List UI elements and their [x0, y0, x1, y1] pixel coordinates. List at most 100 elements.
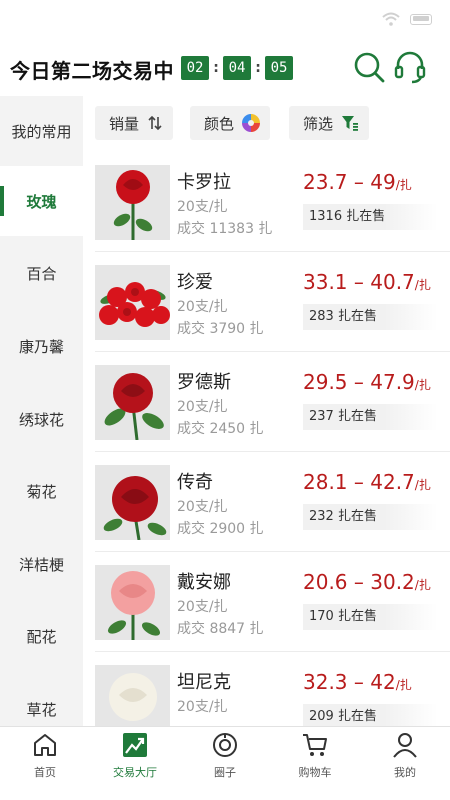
headset-icon[interactable]	[393, 50, 427, 84]
product-item[interactable]: 珍爱 20支/扎 成交 3790 扎 33.1 – 40.7/扎 283 扎在售	[83, 252, 450, 352]
screen-filter-button[interactable]: 筛选	[289, 106, 370, 140]
price-unit: /扎	[414, 578, 431, 592]
rose-image	[95, 165, 170, 240]
category-sidebar: 我的常用 玫瑰 百合 康乃馨 绣球花 菊花 洋桔梗 配花 草花	[0, 96, 83, 726]
price-range: 29.5 – 47.9	[303, 370, 415, 394]
product-item[interactable]: 卡罗拉 20支/扎 成交 11383 扎 23.7 – 49/扎 1316 扎在…	[83, 152, 450, 252]
cart-icon	[303, 734, 327, 756]
sidebar-item-lily[interactable]: 百合	[0, 238, 83, 308]
tab-cart[interactable]: 购物车	[270, 731, 360, 791]
product-panel: 销量 颜色 筛选 卡罗拉 20支/扎 成交 11383 扎 23.7 – 49/…	[83, 96, 450, 726]
rose-bunch-image	[95, 265, 170, 340]
product-item[interactable]: 戴安娜 20支/扎 成交 8847 扎 20.6 – 30.2/扎 170 扎在…	[83, 552, 450, 652]
timer-seconds: 05	[265, 56, 293, 80]
sidebar-item-label: 我的常用	[11, 122, 72, 141]
tab-label: 交易大厅	[113, 766, 157, 779]
sidebar-item-label: 配花	[26, 627, 57, 646]
price-range: 33.1 – 40.7	[303, 270, 415, 294]
product-deal-count: 成交 2900 扎	[177, 521, 264, 537]
product-name: 卡罗拉	[177, 172, 231, 193]
product-image	[95, 165, 170, 240]
sidebar-item-chrysanthemum[interactable]: 菊花	[0, 456, 83, 526]
product-spec: 20支/扎	[177, 599, 228, 615]
search-icon[interactable]	[352, 50, 386, 84]
timer-hours: 02	[181, 56, 209, 80]
sidebar-item-favorites[interactable]: 我的常用	[0, 96, 83, 166]
product-name: 传奇	[177, 472, 213, 493]
sidebar-item-eustoma[interactable]: 洋桔梗	[0, 529, 83, 599]
price-range: 23.7 – 49	[303, 170, 396, 194]
stock-badge: 170 扎在售	[303, 604, 438, 630]
tab-label: 我的	[394, 766, 416, 779]
header: 今日第二场交易中 02 : 04 : 05	[0, 40, 450, 96]
stock-badge: 283 扎在售	[303, 304, 438, 330]
sidebar-item-label: 百合	[26, 264, 57, 283]
product-price: 29.5 – 47.9/扎	[303, 370, 431, 394]
battery-icon	[410, 13, 432, 25]
sidebar-item-label: 洋桔梗	[18, 555, 64, 574]
product-price: 23.7 – 49/扎	[303, 170, 412, 194]
sidebar-item-label: 草花	[26, 700, 57, 719]
rose-image	[95, 465, 170, 540]
product-image	[95, 365, 170, 440]
timer-separator: :	[255, 60, 261, 76]
sidebar-item-rose[interactable]: 玫瑰	[0, 166, 83, 236]
sidebar-item-label: 康乃馨	[18, 337, 64, 356]
tab-label: 圈子	[214, 766, 236, 779]
product-image	[95, 265, 170, 340]
profile-icon	[393, 733, 417, 758]
product-spec: 20支/扎	[177, 699, 228, 715]
color-wheel-icon	[242, 114, 261, 132]
rose-image	[95, 565, 170, 640]
product-price: 20.6 – 30.2/扎	[303, 570, 431, 594]
product-price: 32.3 – 42/扎	[303, 670, 412, 694]
sidebar-item-filler[interactable]: 配花	[0, 601, 83, 671]
circle-icon	[213, 733, 237, 757]
sort-by-sales-button[interactable]: 销量	[95, 106, 174, 140]
rose-image	[95, 665, 170, 726]
price-unit: /扎	[414, 478, 431, 492]
product-item[interactable]: 传奇 20支/扎 成交 2900 扎 28.1 – 42.7/扎 232 扎在售	[83, 452, 450, 552]
filter-bar: 销量 颜色 筛选	[83, 96, 450, 152]
product-spec: 20支/扎	[177, 199, 228, 215]
sidebar-item-hydrangea[interactable]: 绣球花	[0, 384, 83, 454]
price-range: 32.3 – 42	[303, 670, 396, 694]
color-label: 颜色	[204, 114, 235, 133]
tab-trading-hall[interactable]: 交易大厅	[90, 731, 180, 791]
screen-label: 筛选	[303, 114, 334, 133]
sidebar-item-label: 玫瑰	[26, 192, 57, 211]
stock-badge: 232 扎在售	[303, 504, 438, 530]
sidebar-item-herb-flowers[interactable]: 草花	[0, 674, 83, 726]
rose-image	[95, 365, 170, 440]
product-deal-count: 成交 11383 扎	[177, 221, 273, 237]
price-unit: /扎	[395, 678, 412, 692]
sales-label: 销量	[109, 114, 140, 133]
tab-circle[interactable]: 圈子	[180, 731, 270, 791]
tab-profile[interactable]: 我的	[360, 731, 450, 791]
sidebar-item-label: 菊花	[26, 482, 57, 501]
price-unit: /扎	[414, 378, 431, 392]
timer-separator: :	[213, 60, 219, 76]
bottom-tab-bar: 首页 交易大厅 圈子 购物车 我的	[0, 726, 450, 800]
trading-hall-icon	[123, 733, 147, 757]
product-item[interactable]: 罗德斯 20支/扎 成交 2450 扎 29.5 – 47.9/扎 237 扎在…	[83, 352, 450, 452]
home-icon	[34, 734, 56, 756]
tab-label: 首页	[34, 766, 56, 779]
product-spec: 20支/扎	[177, 499, 228, 515]
product-image	[95, 465, 170, 540]
price-unit: /扎	[414, 278, 431, 292]
product-name: 珍爱	[177, 272, 213, 293]
status-bar	[0, 0, 450, 40]
product-price: 33.1 – 40.7/扎	[303, 270, 431, 294]
tab-home[interactable]: 首页	[0, 731, 90, 791]
page-title: 今日第二场交易中	[10, 59, 174, 83]
timer-minutes: 04	[223, 56, 251, 80]
product-deal-count: 成交 8847 扎	[177, 621, 264, 637]
countdown-timer: 02 : 04 : 05	[181, 56, 293, 80]
product-item[interactable]: 坦尼克 20支/扎 32.3 – 42/扎 209 扎在售	[83, 652, 450, 726]
product-name: 罗德斯	[177, 372, 231, 393]
sidebar-item-label: 绣球花	[18, 410, 64, 429]
sidebar-item-carnation[interactable]: 康乃馨	[0, 311, 83, 381]
tab-label: 购物车	[298, 766, 332, 779]
color-filter-button[interactable]: 颜色	[190, 106, 271, 140]
